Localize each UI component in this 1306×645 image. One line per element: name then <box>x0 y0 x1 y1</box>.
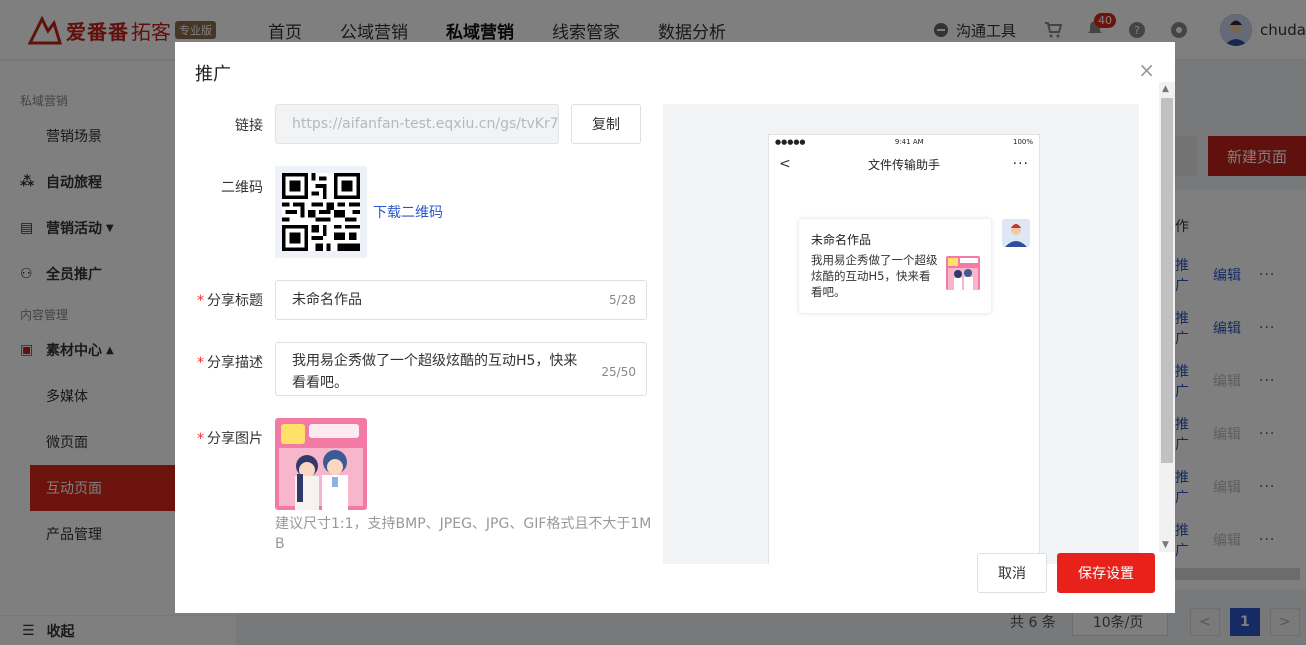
share-desc-counter: 25/50 <box>601 365 636 379</box>
share-desc-textarea[interactable]: 我用易企秀做了一个超级炫酷的互动H5，快来看看吧。 25/50 <box>275 342 647 396</box>
link-label: 链接 <box>235 118 263 134</box>
qr-code-icon <box>282 173 360 251</box>
image-hint: 建议尺寸1:1，支持BMP、JPEG、JPG、GIF格式且不大于1MB <box>275 516 652 552</box>
dialog-scrollbar[interactable]: ▲ ▼ <box>1159 82 1175 552</box>
required-mark: * <box>197 431 204 447</box>
share-img-label-text: 分享图片 <box>207 431 263 447</box>
card-thumbnail-icon <box>946 256 980 290</box>
battery-indicator: 100% <box>1012 138 1033 146</box>
share-title-label: * 分享标题 <box>175 290 263 310</box>
share-title-counter: 5/28 <box>609 293 636 307</box>
qr-label: 二维码 <box>221 180 263 196</box>
chat-title: 文件传输助手 <box>867 157 940 172</box>
download-qr-link[interactable]: 下载二维码 <box>373 202 443 222</box>
phone-mockup: ●●●●● 9:41 AM 100% < 文件传输助手 ··· 未命名作品 我用… <box>768 134 1040 564</box>
share-card: 未命名作品 我用易企秀做了一个超级炫酷的互动H5，快来看看吧。 <box>799 219 991 313</box>
status-bar: ●●●●● 9:41 AM 100% <box>769 135 1039 149</box>
required-mark: * <box>197 355 204 371</box>
card-title: 未命名作品 <box>811 233 872 247</box>
cancel-button[interactable]: 取消 <box>977 553 1047 593</box>
share-img-label: * 分享图片 <box>175 428 263 448</box>
close-icon[interactable]: × <box>1138 58 1155 82</box>
back-icon: < <box>779 156 791 172</box>
promote-dialog: 推广 × ▲ ▼ 链接 https://aifanfan-test.eqxiu.… <box>175 42 1175 613</box>
link-input[interactable]: https://aifanfan-test.eqxiu.cn/gs/tvKr7W… <box>275 104 559 144</box>
scroll-up-icon[interactable]: ▲ <box>1162 84 1169 94</box>
chat-avatar-icon <box>1002 219 1030 247</box>
share-desc-label-text: 分享描述 <box>207 355 263 371</box>
share-title-input[interactable]: 未命名作品 5/28 <box>275 280 647 320</box>
chat-avatar <box>1002 219 1030 247</box>
chat-header: < 文件传输助手 ··· <box>769 149 1039 179</box>
scroll-down-icon[interactable]: ▼ <box>1162 540 1169 550</box>
share-desc-value: 我用易企秀做了一个超级炫酷的互动H5，快来看看吧。 <box>292 353 578 391</box>
copy-button[interactable]: 复制 <box>571 104 641 144</box>
signal-indicator: ●●●●● <box>775 138 806 146</box>
card-description: 我用易企秀做了一个超级炫酷的互动H5，快来看看吧。 <box>811 253 938 299</box>
qr-code <box>275 166 367 258</box>
share-preview: ●●●●● 9:41 AM 100% < 文件传输助手 ··· 未命名作品 我用… <box>663 104 1139 564</box>
save-settings-button[interactable]: 保存设置 <box>1057 553 1155 593</box>
scrollbar-thumb[interactable] <box>1161 98 1173 463</box>
more-icon: ··· <box>1012 156 1029 172</box>
share-desc-label: * 分享描述 <box>175 352 263 372</box>
card-thumbnail <box>946 256 980 290</box>
share-title-label-text: 分享标题 <box>207 293 263 309</box>
status-time: 9:41 AM <box>894 138 924 146</box>
share-image-upload[interactable] <box>275 418 367 510</box>
dialog-title: 推广 <box>195 64 231 85</box>
required-mark: * <box>197 293 204 309</box>
share-title-value: 未命名作品 <box>292 292 362 308</box>
chat-body: 未命名作品 我用易企秀做了一个超级炫酷的互动H5，快来看看吧。 <box>769 179 1039 564</box>
share-image-thumbnail-icon <box>275 418 367 510</box>
